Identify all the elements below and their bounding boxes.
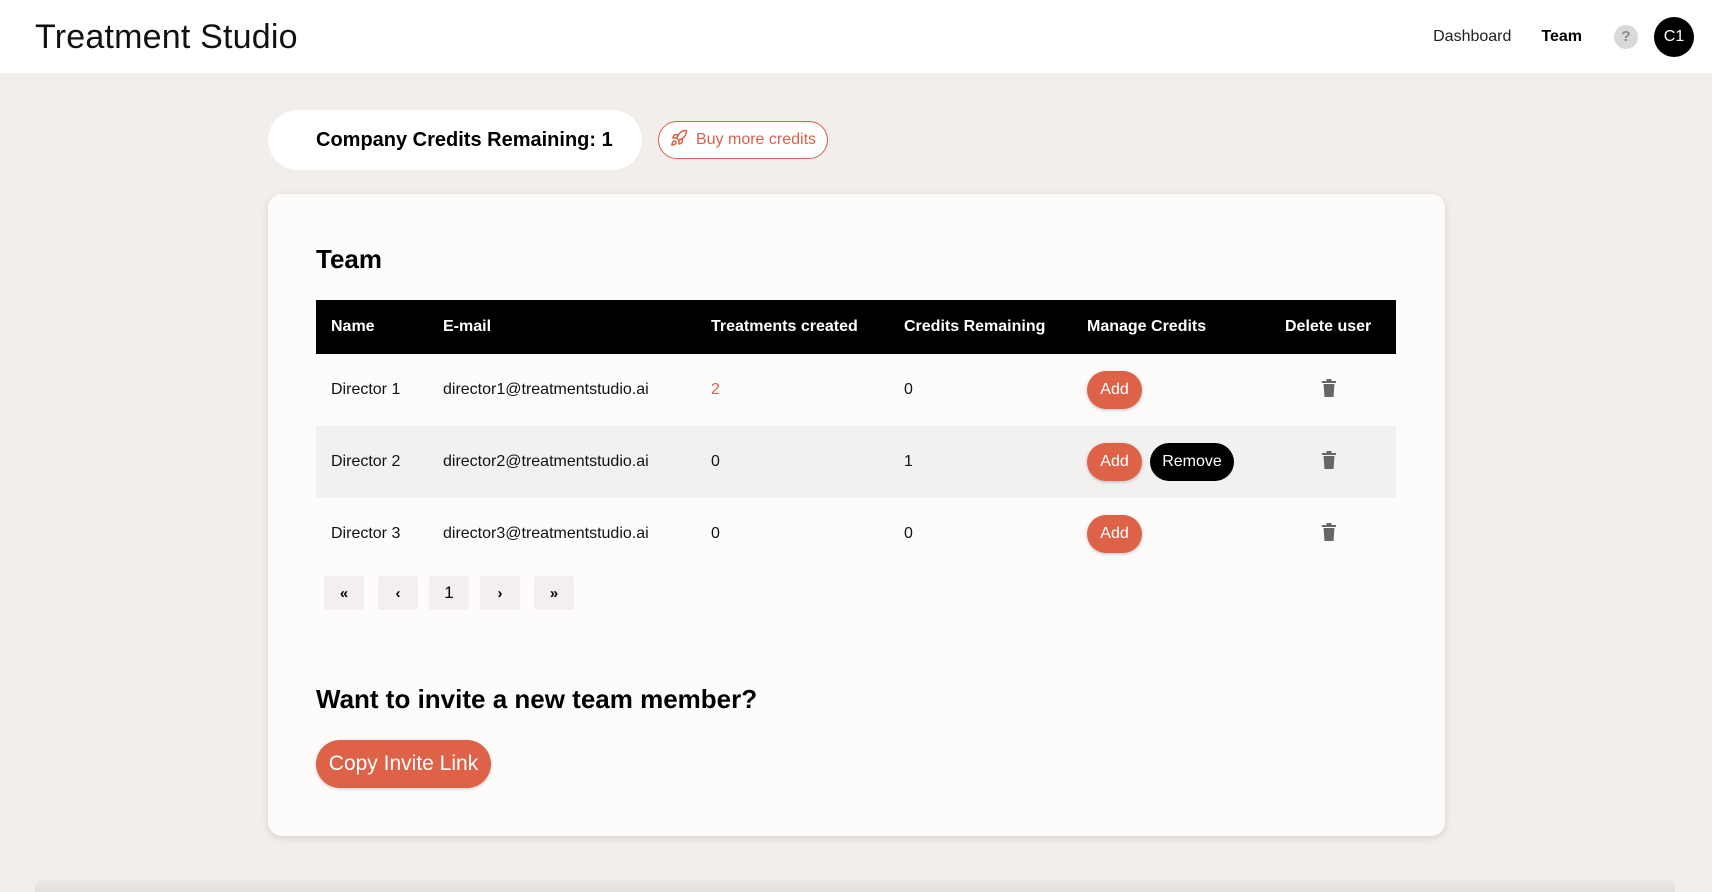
row-credits: 1: [904, 453, 913, 470]
trash-icon[interactable]: [1321, 450, 1337, 469]
column-header-email: E-mail: [443, 318, 492, 335]
company-credits-label: Company Credits Remaining: 1: [316, 128, 613, 151]
page-1-button[interactable]: 1: [429, 576, 469, 610]
avatar[interactable]: C1: [1654, 16, 1694, 57]
row-name: Director 3: [331, 525, 401, 542]
row-name: Director 1: [331, 381, 401, 398]
copy-invite-link-button[interactable]: Copy Invite Link: [316, 740, 491, 788]
team-card: Team Name E-mail Treatments created Cred…: [268, 194, 1445, 836]
row-credits: 0: [904, 381, 913, 398]
remove-credits-button[interactable]: Remove: [1150, 443, 1234, 481]
last-page-button[interactable]: »: [534, 576, 574, 610]
row-treatments: 0: [711, 453, 720, 470]
row-delete: [1270, 498, 1396, 570]
app-title: Treatment Studio: [35, 18, 298, 56]
nav-dashboard[interactable]: Dashboard: [1433, 28, 1511, 46]
add-credits-button[interactable]: Add: [1087, 371, 1142, 409]
top-bar: Treatment Studio Dashboard Team ? C1: [0, 0, 1712, 73]
row-manage-credits: Add Remove: [1072, 426, 1270, 498]
company-credits-badge: Company Credits Remaining: 1: [268, 110, 642, 170]
nav-team[interactable]: Team: [1541, 28, 1582, 46]
row-manage-credits: Add: [1072, 354, 1270, 426]
team-table: Name E-mail Treatments created Credits R…: [316, 300, 1396, 570]
rocket-icon: [670, 129, 688, 152]
row-name: Director 2: [331, 453, 401, 470]
column-header-manage-credits: Manage Credits: [1087, 318, 1207, 335]
row-treatments: 2: [696, 354, 889, 426]
column-header-delete-user: Delete user: [1285, 318, 1372, 335]
top-nav: Dashboard Team ? C1: [1433, 0, 1694, 73]
team-title: Team: [316, 244, 382, 274]
table-row: Director 1 director1@treatmentstudio.ai …: [316, 354, 1396, 426]
row-email: director3@treatmentstudio.ai: [443, 525, 649, 542]
invite-title: Want to invite a new team member?: [316, 684, 758, 714]
next-page-button[interactable]: ›: [480, 576, 520, 610]
column-header-credits: Credits Remaining: [904, 318, 1046, 335]
row-credits: 0: [904, 525, 913, 542]
row-email: director2@treatmentstudio.ai: [443, 453, 649, 470]
column-header-treatments: Treatments created: [711, 318, 858, 335]
row-delete: [1270, 426, 1396, 498]
buy-more-credits-label: Buy more credits: [695, 131, 817, 148]
row-email: director1@treatmentstudio.ai: [443, 381, 649, 398]
bottom-panel-edge: [35, 880, 1675, 892]
treatments-link[interactable]: 2: [711, 381, 720, 398]
table-row: Director 3 director3@treatmentstudio.ai …: [316, 498, 1396, 570]
trash-icon[interactable]: [1321, 522, 1337, 541]
first-page-button[interactable]: «: [324, 576, 364, 610]
pagination: « ‹ 1 › »: [324, 576, 588, 610]
prev-page-button[interactable]: ‹: [378, 576, 418, 610]
row-delete: [1270, 354, 1396, 426]
table-row: Director 2 director2@treatmentstudio.ai …: [316, 426, 1396, 498]
trash-icon[interactable]: [1321, 378, 1337, 397]
buy-more-credits-button[interactable]: Buy more credits: [658, 121, 828, 159]
row-manage-credits: Add: [1072, 498, 1270, 570]
add-credits-button[interactable]: Add: [1087, 443, 1142, 481]
column-header-name: Name: [331, 318, 375, 335]
table-header-row: Name E-mail Treatments created Credits R…: [316, 300, 1396, 354]
help-icon[interactable]: ?: [1614, 24, 1638, 49]
add-credits-button[interactable]: Add: [1087, 515, 1142, 553]
row-treatments: 0: [711, 525, 720, 542]
